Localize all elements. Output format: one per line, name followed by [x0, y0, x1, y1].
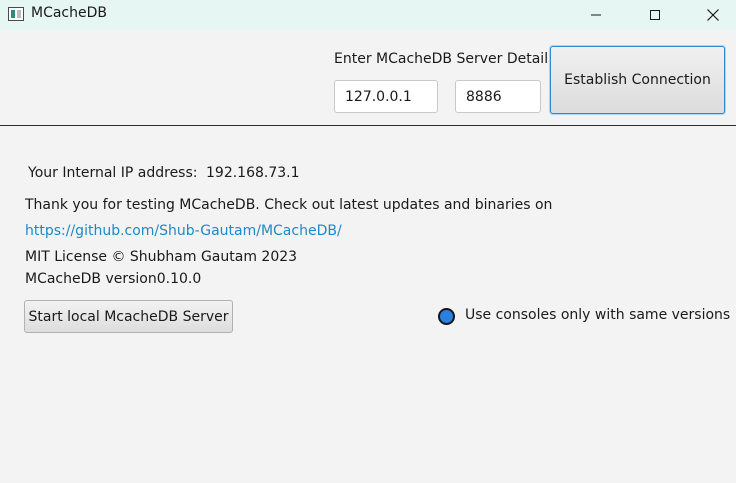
- maximize-button[interactable]: [632, 0, 678, 30]
- maximize-icon: [650, 10, 660, 20]
- start-local-server-button[interactable]: Start local McacheDB Server: [24, 300, 233, 333]
- establish-connection-button[interactable]: Establish Connection: [550, 46, 725, 114]
- ip-address-label: Your Internal IP address:: [28, 165, 198, 181]
- minimize-button[interactable]: [573, 0, 619, 30]
- host-input[interactable]: [334, 80, 438, 113]
- close-button[interactable]: [690, 0, 736, 30]
- license-text: MIT License © Shubham Gautam 2023: [25, 249, 298, 265]
- ip-address-value: 192.168.73.1: [206, 165, 300, 181]
- github-link[interactable]: https://github.com/Shub-Gautam/MCacheDB/: [25, 223, 342, 239]
- status-indicator-icon: [438, 308, 455, 325]
- server-details-label: Enter MCacheDB Server Details:: [334, 51, 561, 67]
- title-bar: MCacheDB: [0, 0, 736, 30]
- port-input[interactable]: [455, 80, 541, 113]
- connection-toolbar: Enter MCacheDB Server Details: Establish…: [0, 30, 736, 126]
- version-notice: Use consoles only with same versions: [465, 307, 731, 323]
- window-title: MCacheDB: [31, 5, 108, 21]
- version-text: MCacheDB version0.10.0: [25, 271, 202, 287]
- minimize-icon: [591, 14, 601, 16]
- app-icon: [8, 7, 24, 21]
- close-icon: [707, 9, 719, 21]
- thanks-message: Thank you for testing MCacheDB. Check ou…: [25, 197, 553, 213]
